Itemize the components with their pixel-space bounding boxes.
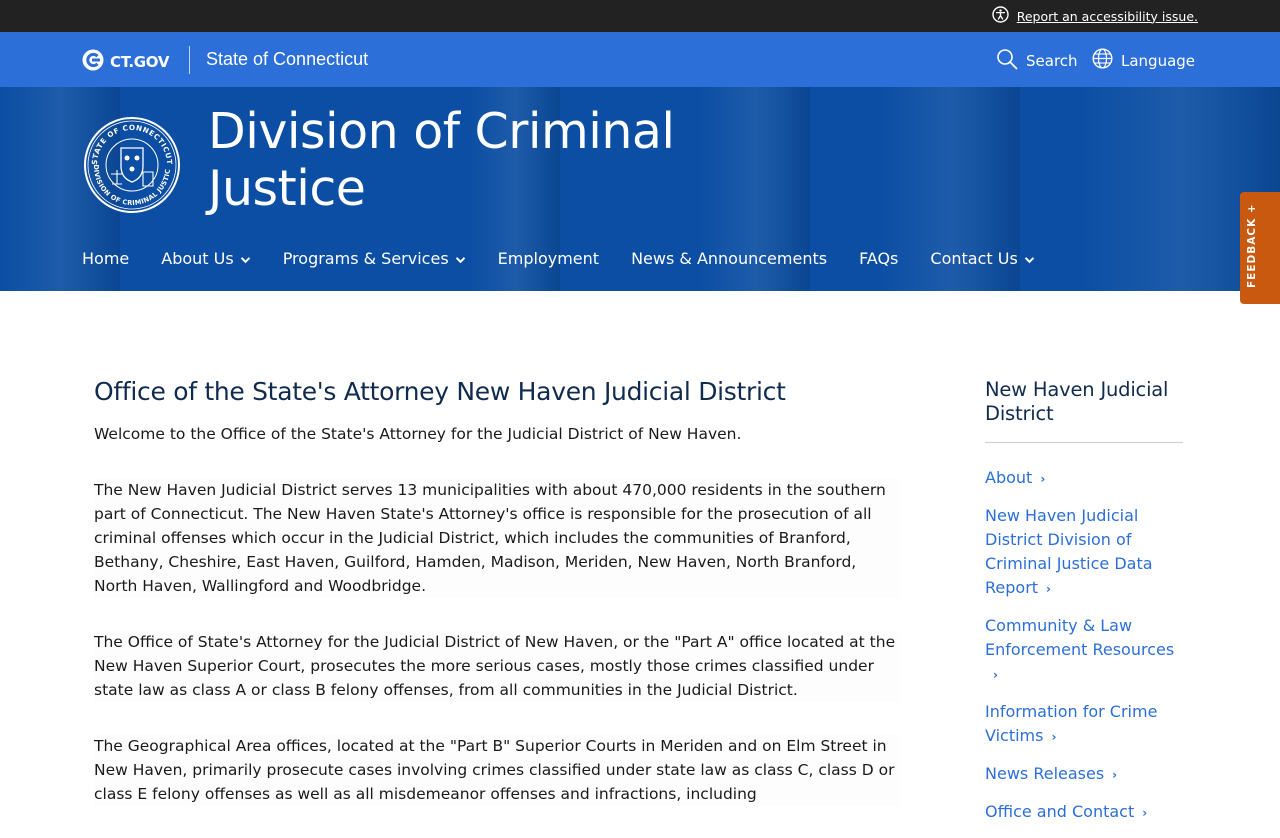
chevron-right-icon: ›: [1046, 582, 1051, 596]
nav-item-label: Programs & Services: [282, 249, 449, 268]
sidebar-link-office-contact[interactable]: Office and Contact ›: [985, 800, 1183, 825]
accessibility-icon: [992, 6, 1009, 26]
nav-item-label: About Us: [161, 249, 234, 268]
chevron-right-icon: ›: [1142, 806, 1148, 820]
sidebar-heading: New Haven Judicial District: [985, 378, 1169, 425]
accessibility-link-label[interactable]: Report an accessibility issue.: [1017, 9, 1198, 24]
feedback-tab-label: FEEDBACK +: [1246, 203, 1258, 288]
nav-item-faqs[interactable]: FAQs: [859, 249, 898, 268]
sidebar-link-data-report[interactable]: New Haven Judicial District Division of …: [985, 504, 1183, 601]
chevron-down-icon: [1024, 249, 1035, 268]
sidebar-link-label: New Haven Judicial District Division of …: [985, 506, 1153, 597]
sidebar-link-crime-victims[interactable]: Information for Crime Victims ›: [985, 700, 1183, 749]
sidebar-link-label: Community & Law Enforcement Resources: [985, 616, 1175, 659]
sidebar-divider: [985, 442, 1183, 443]
nav-item-label: Employment: [497, 249, 600, 268]
sidebar-link-label: Office and Contact: [985, 802, 1135, 821]
nav-item-employment[interactable]: Employment: [498, 249, 599, 268]
sidebar-links: About › New Haven Judicial District Divis…: [985, 466, 1183, 825]
chevron-down-icon: [455, 249, 466, 268]
sidebar: New Haven Judicial District About › New H…: [985, 378, 1183, 838]
accessibility-link[interactable]: Report an accessibility issue.: [992, 6, 1198, 26]
main-content: Office of the State's Attorney New Haven…: [94, 376, 900, 806]
language-button[interactable]: Language: [1092, 48, 1195, 73]
search-label: Search: [1026, 52, 1078, 70]
sidebar-link-news-releases[interactable]: News Releases ›: [985, 762, 1183, 787]
main-navigation: Home About Us Programs & Services Employ…: [82, 249, 1067, 268]
agency-title: Division of Criminal Justice: [208, 103, 728, 217]
chevron-right-icon: ›: [1112, 768, 1118, 782]
sidebar-link-community-resources[interactable]: Community & Law Enforcement Resources ›: [985, 614, 1183, 687]
search-icon: [996, 48, 1018, 74]
ct-gov-bar: CT.GOV State of Connecticut Search Langu…: [0, 32, 1280, 87]
ct-gov-logo[interactable]: CT.GOV: [82, 49, 169, 75]
chevron-right-icon: ›: [1051, 730, 1057, 744]
ct-bar-divider: [189, 46, 190, 74]
agency-title-line1: Division of Criminal: [208, 103, 675, 160]
state-name[interactable]: State of Connecticut: [206, 49, 368, 70]
sidebar-link-label: Information for Crime Victims: [985, 702, 1158, 745]
page-title: Office of the State's Attorney New Haven…: [94, 377, 786, 406]
nav-item-news-announcements[interactable]: News & Announcements: [631, 249, 827, 268]
globe-icon: [1092, 48, 1113, 73]
search-button[interactable]: Search: [996, 48, 1078, 74]
body-paragraph: The Geographical Area offices, located a…: [94, 734, 900, 806]
feedback-tab[interactable]: FEEDBACK +: [1240, 192, 1280, 304]
body-paragraph: The Office of State's Attorney for the J…: [94, 630, 900, 702]
nav-item-label: FAQs: [859, 249, 899, 268]
agency-title-line2: Justice: [208, 160, 366, 217]
nav-item-label: News & Announcements: [631, 249, 828, 268]
sidebar-link-about[interactable]: About ›: [985, 466, 1183, 491]
nav-item-about-us[interactable]: About Us: [161, 249, 250, 268]
chevron-right-icon: ›: [993, 668, 998, 682]
chevron-down-icon: [240, 249, 251, 268]
sidebar-link-label: About: [985, 468, 1033, 487]
nav-item-label: Contact Us: [930, 249, 1018, 268]
body-paragraph: The New Haven Judicial District serves 1…: [94, 478, 900, 598]
nav-item-label: Home: [82, 249, 130, 268]
nav-item-programs-services[interactable]: Programs & Services: [283, 249, 466, 268]
nav-item-home[interactable]: Home: [82, 249, 129, 268]
utility-bar: Report an accessibility issue.: [0, 0, 1280, 32]
ct-logo-icon: [82, 49, 104, 75]
ct-logo-text: CT.GOV: [110, 53, 170, 71]
intro-paragraph: Welcome to the Office of the State's Att…: [94, 425, 742, 443]
agency-seal[interactable]: STATE OF CONNECTICUT DIVISION OF CRIMINA…: [81, 110, 181, 214]
language-label: Language: [1121, 51, 1196, 70]
sidebar-link-label: News Releases: [985, 764, 1105, 783]
nav-item-contact-us[interactable]: Contact Us: [930, 249, 1034, 268]
agency-hero: STATE OF CONNECTICUT DIVISION OF CRIMINA…: [0, 87, 1280, 291]
chevron-right-icon: ›: [1040, 472, 1046, 486]
